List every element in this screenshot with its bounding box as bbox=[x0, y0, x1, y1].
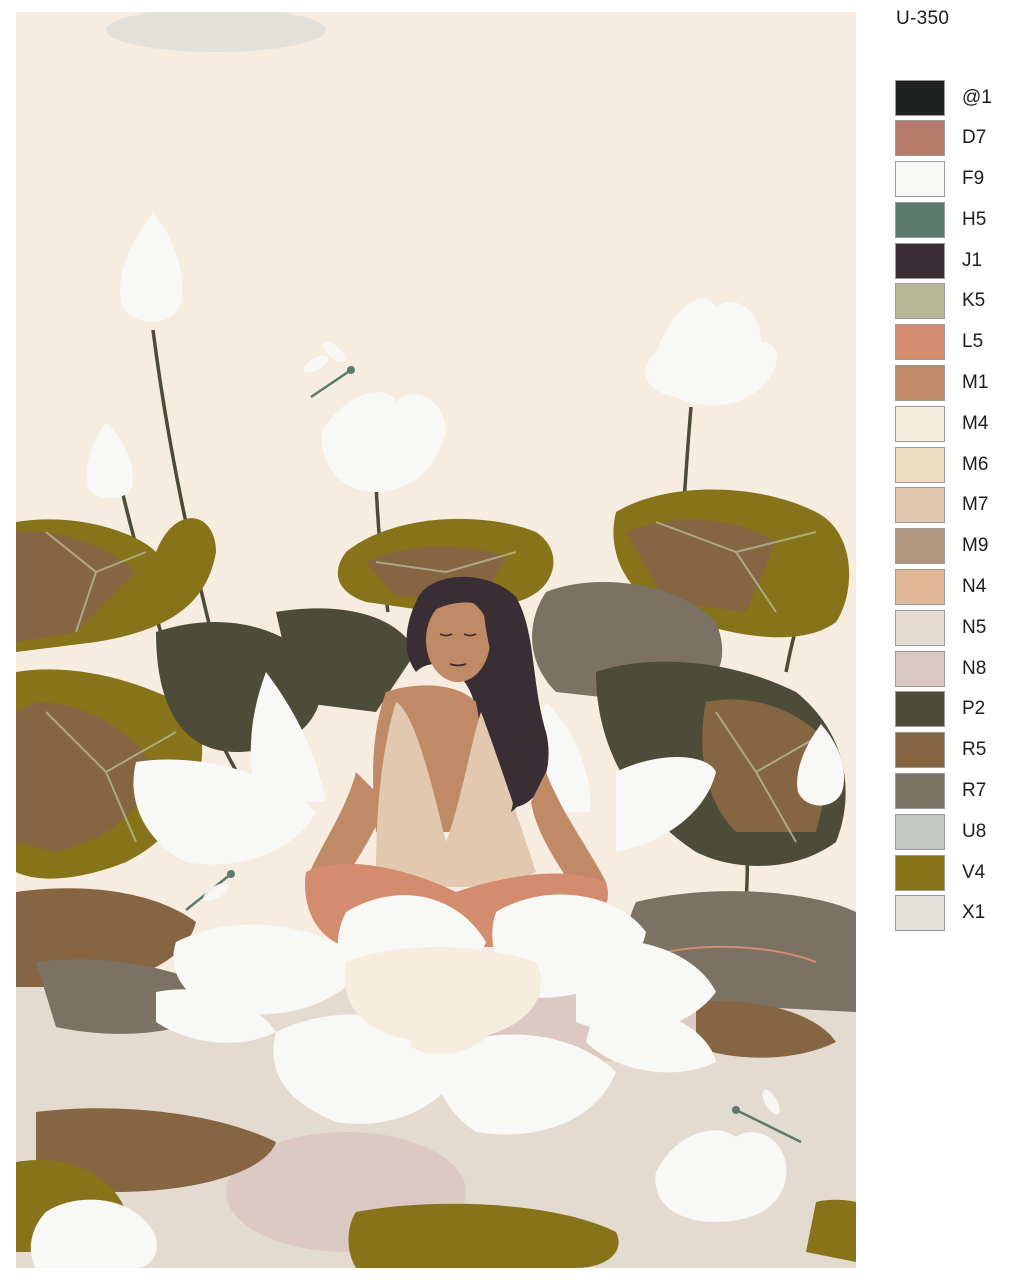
palette-item: M7 bbox=[895, 487, 1005, 524]
color-code-label: M6 bbox=[962, 453, 989, 475]
color-swatch bbox=[895, 854, 945, 891]
color-swatch bbox=[895, 161, 945, 198]
color-code-label: X1 bbox=[962, 902, 986, 924]
color-code-label: F9 bbox=[962, 168, 985, 190]
color-code-label: M7 bbox=[962, 494, 989, 516]
palette-item: N5 bbox=[895, 609, 1005, 646]
palette-item: R5 bbox=[895, 732, 1005, 769]
color-code-label: D7 bbox=[962, 127, 987, 149]
palette-item: H5 bbox=[895, 201, 1005, 238]
color-swatch bbox=[895, 201, 945, 238]
color-swatch bbox=[895, 650, 945, 687]
palette-item: D7 bbox=[895, 120, 1005, 157]
lotus-woman-illustration bbox=[16, 12, 856, 1268]
palette-item: F9 bbox=[895, 161, 1005, 198]
color-palette-legend: @1 D7 F9 H5 J1 K5 L5 M1 M4 M6 M7 M9 N4 N… bbox=[895, 79, 1005, 936]
color-code-label: L5 bbox=[962, 331, 984, 353]
color-swatch bbox=[895, 528, 945, 565]
palette-item: J1 bbox=[895, 242, 1005, 279]
color-code-label: @1 bbox=[962, 86, 992, 108]
color-swatch bbox=[895, 283, 945, 320]
paint-by-number-artwork bbox=[16, 12, 856, 1268]
color-code-label: R5 bbox=[962, 739, 987, 761]
palette-item: M4 bbox=[895, 405, 1005, 442]
color-swatch bbox=[895, 324, 945, 361]
color-code-label: N4 bbox=[962, 576, 987, 598]
color-swatch bbox=[895, 487, 945, 524]
color-code-label: M9 bbox=[962, 535, 989, 557]
palette-item: M9 bbox=[895, 528, 1005, 565]
color-swatch bbox=[895, 732, 945, 769]
color-code-label: V4 bbox=[962, 861, 986, 883]
color-swatch bbox=[895, 569, 945, 606]
palette-item: R7 bbox=[895, 773, 1005, 810]
color-code-label: K5 bbox=[962, 290, 986, 312]
color-code-label: N8 bbox=[962, 657, 987, 679]
color-code-label: H5 bbox=[962, 208, 987, 230]
color-swatch bbox=[895, 773, 945, 810]
palette-item: N8 bbox=[895, 650, 1005, 687]
color-code-label: P2 bbox=[962, 698, 986, 720]
color-code-label: J1 bbox=[962, 249, 983, 271]
palette-item: P2 bbox=[895, 691, 1005, 728]
palette-item: U8 bbox=[895, 813, 1005, 850]
palette-item: @1 bbox=[895, 79, 1005, 116]
palette-item: M6 bbox=[895, 446, 1005, 483]
color-swatch bbox=[895, 609, 945, 646]
color-code-label: M4 bbox=[962, 412, 989, 434]
palette-item: K5 bbox=[895, 283, 1005, 320]
color-code-label: U8 bbox=[962, 820, 987, 842]
color-code-label: M1 bbox=[962, 372, 989, 394]
palette-item: M1 bbox=[895, 365, 1005, 402]
palette-item: L5 bbox=[895, 324, 1005, 361]
color-swatch bbox=[895, 365, 945, 402]
color-swatch bbox=[895, 691, 945, 728]
color-swatch bbox=[895, 79, 945, 116]
palette-item: N4 bbox=[895, 569, 1005, 606]
palette-item: V4 bbox=[895, 854, 1005, 891]
color-swatch bbox=[895, 120, 945, 157]
color-swatch bbox=[895, 813, 945, 850]
palette-item: X1 bbox=[895, 895, 1005, 932]
color-swatch bbox=[895, 405, 945, 442]
color-swatch bbox=[895, 242, 945, 279]
color-swatch bbox=[895, 446, 945, 483]
color-swatch bbox=[895, 895, 945, 932]
color-code-label: N5 bbox=[962, 616, 987, 638]
color-code-label: R7 bbox=[962, 780, 987, 802]
product-code: U-350 bbox=[896, 8, 950, 29]
